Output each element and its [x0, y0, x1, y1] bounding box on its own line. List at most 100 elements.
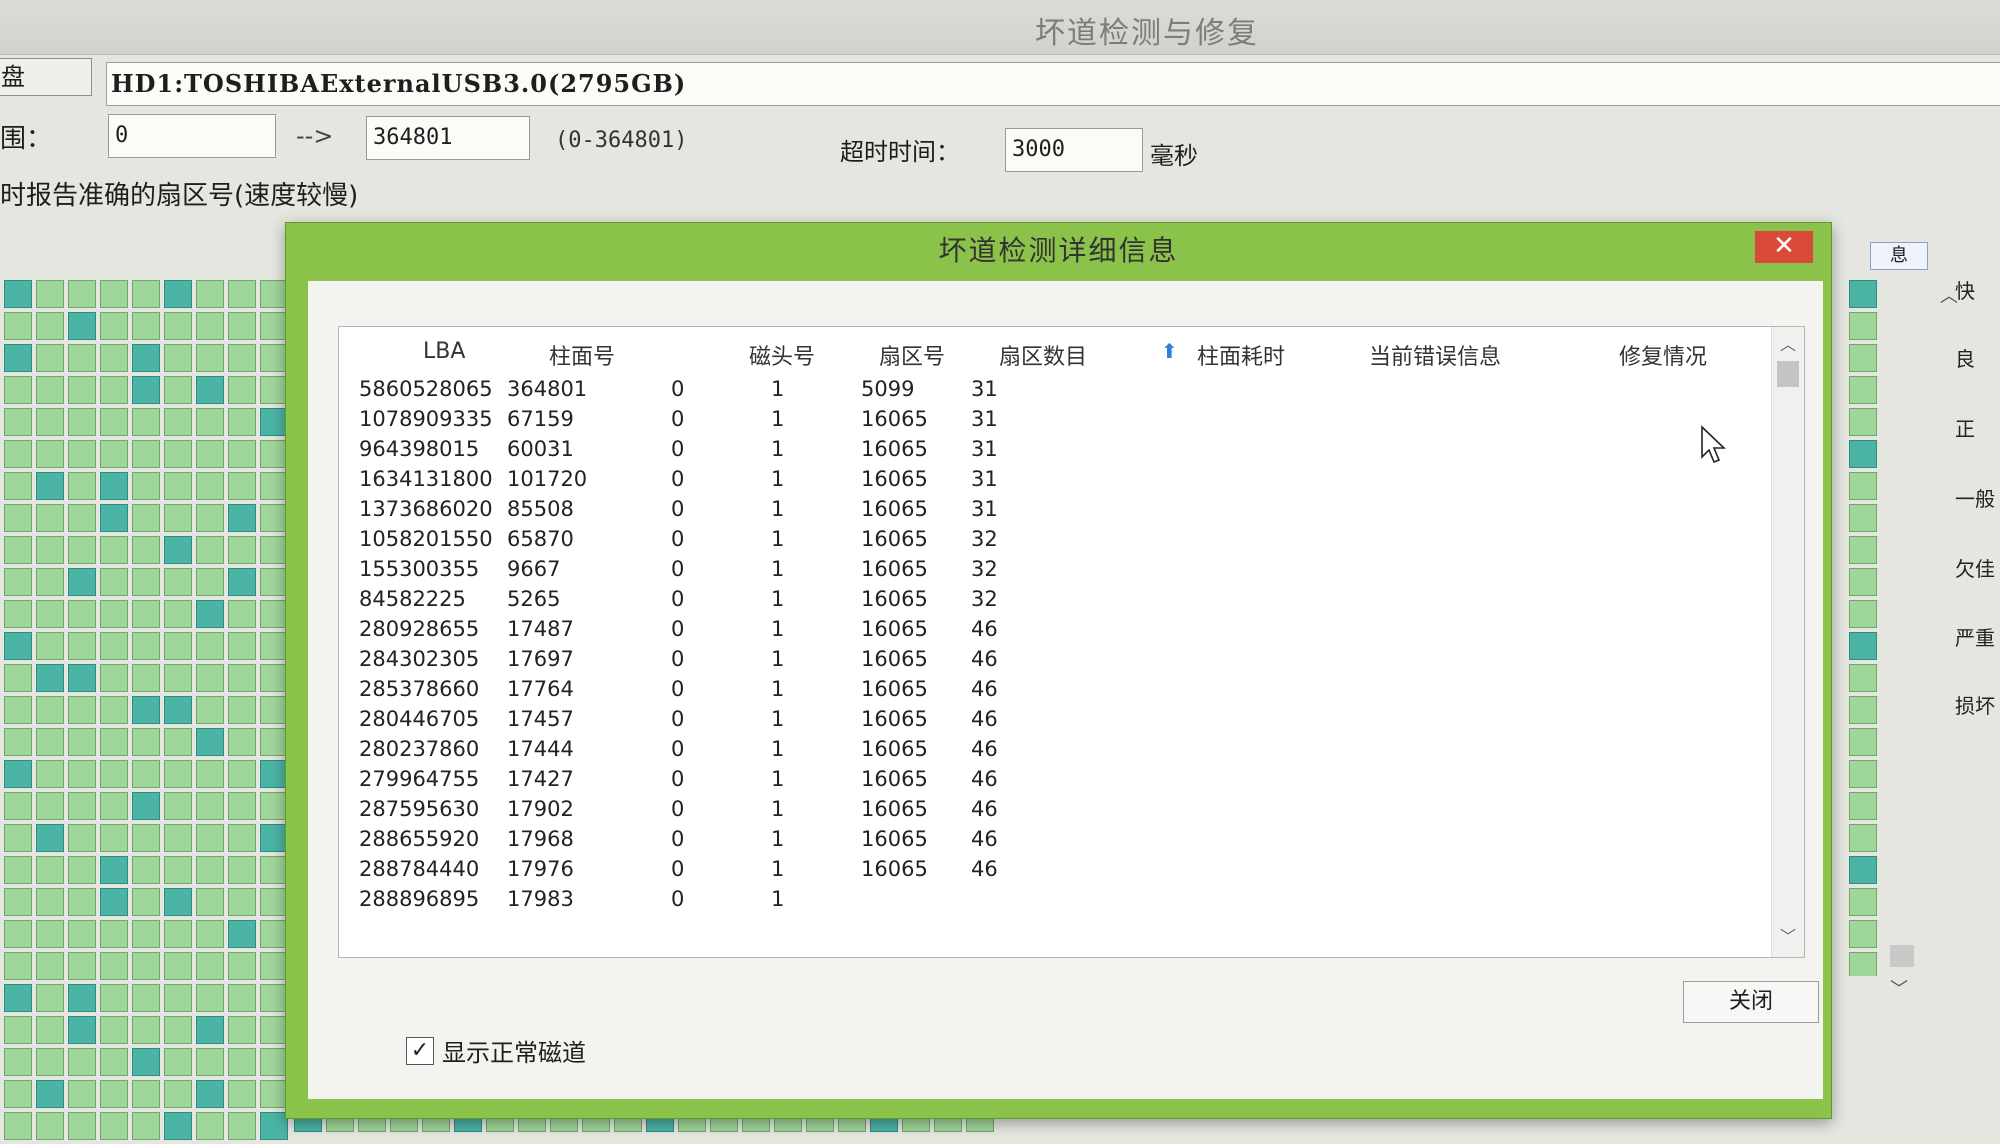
show-normal-tracks-option[interactable]: ✓ 显示正常磁道 — [406, 1033, 586, 1068]
sector-cell — [196, 824, 224, 852]
sector-cell — [4, 600, 32, 628]
cell-sector: 1 — [771, 707, 785, 731]
sector-cell — [228, 280, 256, 308]
scroll-up-icon[interactable]: ︿ — [1780, 331, 1796, 355]
cell-cylinder: 9667 — [507, 557, 561, 581]
table-row[interactable]: 1373686020 85508 0 1 16065 31 — [339, 495, 1769, 525]
range-start-input[interactable]: 0 — [108, 114, 276, 158]
cell-head: 0 — [671, 677, 685, 701]
sector-cell — [132, 440, 160, 468]
sector-cell — [4, 824, 32, 852]
timeout-input[interactable]: 3000 — [1005, 128, 1143, 172]
table-row[interactable]: 84582225 5265 0 1 16065 32 — [339, 585, 1769, 615]
sector-cell — [132, 280, 160, 308]
sector-cell — [228, 568, 256, 596]
scroll-down-icon[interactable]: ﹀ — [1780, 923, 1796, 947]
cell-cylinder-time: 46 — [971, 857, 998, 881]
col-error-info[interactable]: 当前错误信息 — [1369, 339, 1501, 371]
table-row[interactable]: 155300355 9667 0 1 16065 32 — [339, 555, 1769, 585]
sector-cell — [68, 504, 96, 532]
table-row[interactable]: 285378660 17764 0 1 16065 46 — [339, 675, 1769, 705]
sector-cell — [100, 760, 128, 788]
sector-cell — [68, 760, 96, 788]
col-cylinder[interactable]: 柱面号 — [549, 339, 615, 371]
sector-cell — [164, 600, 192, 628]
cell-cylinder: 5265 — [507, 587, 561, 611]
sector-cell — [4, 696, 32, 724]
sector-cell — [260, 632, 288, 660]
table-row[interactable]: 288896895 17983 0 1 — [339, 885, 1769, 915]
cell-sector: 1 — [771, 677, 785, 701]
bad-sector-detail-dialog: 坏道检测详细信息 ✕ LBA 柱面号 磁头号 扇区号 扇区数目 ⬆ 柱面耗时 当… — [285, 222, 1832, 1119]
cell-head: 0 — [671, 497, 685, 521]
sector-cell — [228, 1080, 256, 1108]
cell-head: 0 — [671, 857, 685, 881]
cell-lba: 84582225 — [359, 587, 466, 611]
sector-cell — [196, 952, 224, 980]
table-row[interactable]: 5860528065 364801 0 1 5099 31 — [339, 375, 1769, 405]
sector-cell — [100, 568, 128, 596]
table-scrollbar[interactable]: ︿ ﹀ — [1771, 327, 1804, 957]
sector-cell — [36, 408, 64, 436]
sector-cell — [4, 888, 32, 916]
report-sector-option[interactable]: 时报告准确的扇区号(速度较慢) — [0, 175, 358, 212]
table-row[interactable]: 280446705 17457 0 1 16065 46 — [339, 705, 1769, 735]
col-repair-status[interactable]: 修复情况 — [1619, 339, 1707, 371]
sector-cell — [132, 824, 160, 852]
table-row[interactable]: 287595630 17902 0 1 16065 46 — [339, 795, 1769, 825]
table-row[interactable]: 284302305 17697 0 1 16065 46 — [339, 645, 1769, 675]
close-button[interactable]: 关闭 — [1683, 981, 1819, 1023]
table-row[interactable]: 280928655 17487 0 1 16065 46 — [339, 615, 1769, 645]
main-scroll-down-icon[interactable]: ﹀ — [1890, 975, 1908, 1001]
col-sector[interactable]: 扇区号 — [879, 339, 945, 371]
cell-sector: 1 — [771, 797, 785, 821]
sector-cell — [1849, 440, 1877, 468]
table-row[interactable]: 1634131800 101720 0 1 16065 31 — [339, 465, 1769, 495]
disk-field[interactable]: HD1:TOSHIBAExternalUSB3.0(2795GB) — [106, 62, 2000, 106]
sector-cell — [228, 376, 256, 404]
main-scroll-thumb[interactable] — [1890, 945, 1914, 967]
close-icon[interactable]: ✕ — [1755, 231, 1813, 263]
cell-head: 0 — [671, 467, 685, 491]
table-row[interactable]: 279964755 17427 0 1 16065 46 — [339, 765, 1769, 795]
sort-arrow-icon[interactable]: ⬆ — [1161, 339, 1183, 363]
info-tab[interactable]: 息 — [1870, 242, 1928, 270]
sector-cell — [196, 568, 224, 596]
sector-cell — [68, 568, 96, 596]
col-sector-count[interactable]: 扇区数目 — [999, 339, 1087, 371]
disk-select-button[interactable]: 盘 — [0, 58, 92, 96]
col-lba[interactable]: LBA — [423, 339, 465, 364]
dialog-body: LBA 柱面号 磁头号 扇区号 扇区数目 ⬆ 柱面耗时 当前错误信息 修复情况 … — [308, 281, 1823, 1099]
sector-cell — [68, 1112, 96, 1140]
col-head[interactable]: 磁头号 — [749, 339, 815, 371]
sector-cell — [260, 1016, 288, 1044]
cell-lba: 280237860 — [359, 737, 480, 761]
cell-sector: 1 — [771, 647, 785, 671]
sector-cell — [132, 568, 160, 596]
scroll-thumb[interactable] — [1777, 361, 1799, 387]
table-row[interactable]: 288784440 17976 0 1 16065 46 — [339, 855, 1769, 885]
table-row[interactable]: 1058201550 65870 0 1 16065 32 — [339, 525, 1769, 555]
range-end-input[interactable]: 364801 — [366, 116, 530, 160]
cell-cylinder: 17976 — [507, 857, 574, 881]
sector-cell — [132, 760, 160, 788]
cell-sector-count: 16065 — [861, 857, 928, 881]
cell-cylinder: 364801 — [507, 377, 588, 401]
sector-cell — [260, 312, 288, 340]
sector-cell — [4, 312, 32, 340]
show-normal-checkbox[interactable]: ✓ — [406, 1036, 434, 1065]
table-row[interactable]: 288655920 17968 0 1 16065 46 — [339, 825, 1769, 855]
sector-map-right — [1845, 276, 1885, 976]
sector-cell — [100, 856, 128, 884]
sector-cell — [36, 1048, 64, 1076]
sector-cell — [196, 728, 224, 756]
cell-lba: 5860528065 — [359, 377, 493, 401]
col-cylinder-time[interactable]: 柱面耗时 — [1197, 339, 1285, 371]
sector-cell — [196, 696, 224, 724]
cell-cylinder-time: 32 — [971, 557, 998, 581]
table-row[interactable]: 964398015 60031 0 1 16065 31 — [339, 435, 1769, 465]
cell-cylinder-time: 31 — [971, 377, 998, 401]
sector-cell — [196, 408, 224, 436]
table-row[interactable]: 1078909335 67159 0 1 16065 31 — [339, 405, 1769, 435]
table-row[interactable]: 280237860 17444 0 1 16065 46 — [339, 735, 1769, 765]
